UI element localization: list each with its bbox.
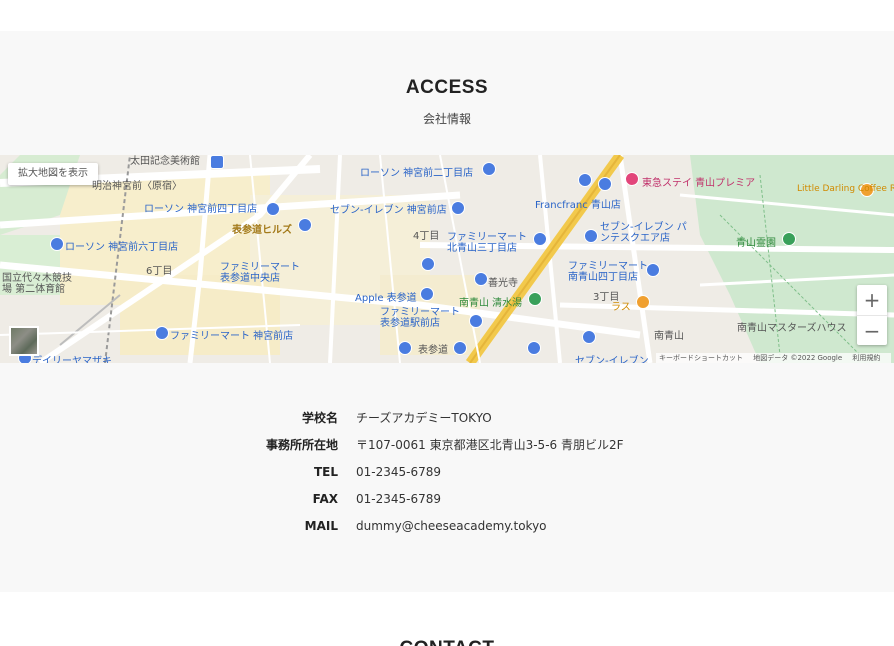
cemetery-icon[interactable] (782, 232, 796, 246)
zoom-control: + − (857, 285, 887, 345)
expand-map-button[interactable]: 拡大地図を表示 (8, 163, 98, 185)
store-icon[interactable] (398, 341, 412, 355)
map-label: セブン-イレブン パンテスクエア店 (600, 222, 687, 244)
map-data-attribution: 地図データ ©2022 Google (753, 354, 843, 362)
map-label: 表参道 (418, 345, 448, 356)
google-map[interactable]: 拡大地図を表示 太田記念美術館 ローソン 神宮前二丁目店 東急ステイ 青山プレミ… (0, 155, 894, 363)
info-row-school-name: 学校名 チーズアカデミーTOKYO (0, 408, 894, 428)
hotel-icon[interactable] (625, 172, 639, 186)
info-label: TEL (313, 465, 338, 479)
map-label: ファミリーマート 表参道中央店 (220, 262, 300, 284)
store-icon[interactable] (50, 237, 64, 251)
info-row-fax: FAX 01-2345-6789 (0, 489, 894, 509)
info-value: チーズアカデミーTOKYO (356, 411, 492, 425)
bathhouse-icon[interactable] (528, 292, 542, 306)
temple-icon[interactable] (474, 272, 488, 286)
map-label: セブン-イレブン 神宮前店 (330, 205, 447, 216)
store-icon[interactable] (155, 326, 169, 340)
map-label: 表参道ヒルズ (232, 225, 292, 236)
store-icon[interactable] (578, 173, 592, 187)
apple-store-icon[interactable] (420, 287, 434, 301)
map-label: デイリーヤマザキ (32, 356, 112, 363)
zoom-in-button[interactable]: + (857, 285, 887, 315)
info-row-tel: TEL 01-2345-6789 (0, 462, 894, 482)
access-subtitle: 会社情報 (422, 112, 471, 126)
info-label: FAX (312, 492, 338, 506)
map-label: ローソン 神宮前六丁目店 (65, 242, 179, 253)
station-icon[interactable] (453, 341, 467, 355)
map-label: 南青山マスターズハウス (737, 323, 847, 334)
store-icon[interactable] (451, 201, 465, 215)
museum-icon[interactable] (210, 155, 224, 169)
info-label: 学校名 (301, 411, 338, 425)
info-label: 事務所所在地 (265, 438, 338, 452)
contact-title: CONTACT (0, 638, 894, 646)
info-value: 〒107-0061 東京都港区北青山3-5-6 青朋ビル2F (356, 438, 624, 452)
zoom-out-button[interactable]: − (857, 315, 887, 346)
map-label: 南青山 (654, 331, 684, 342)
map-label: Little Darling Coffee Roasters | リトル・ (797, 184, 894, 194)
info-label: MAIL (304, 519, 338, 533)
map-label: 青山霊園 (736, 238, 776, 249)
map-label: 4丁目 (413, 231, 440, 242)
store-icon[interactable] (482, 162, 496, 176)
store-icon[interactable] (298, 218, 312, 232)
info-row-mail: MAIL dummy@cheeseacademy.tokyo (0, 516, 894, 536)
store-icon[interactable] (266, 202, 280, 216)
page: ACCESS 会社情報 拡大地図を表示 太田記念美術館 ローソン 神宮前二丁目店… (0, 0, 894, 646)
satellite-view-toggle[interactable] (9, 326, 39, 356)
store-icon[interactable] (527, 341, 541, 355)
terms-link[interactable]: 利用規約 (852, 354, 880, 362)
map-label: 太田記念美術館 (130, 156, 200, 167)
map-footer: キーボードショートカット 地図データ ©2022 Google 利用規約 (656, 353, 892, 363)
access-title: ACCESS (405, 77, 489, 98)
store-icon[interactable] (646, 263, 660, 277)
map-label: Apple 表参道 (355, 293, 417, 304)
store-icon[interactable] (584, 229, 598, 243)
map-label: ファミリーマート 表参道駅前店 (380, 307, 460, 329)
map-label: ファミリーマート 南青山四丁目店 (568, 261, 648, 283)
store-icon[interactable] (421, 257, 435, 271)
map-label: 東急ステイ 青山プレミア (642, 178, 756, 189)
restaurant-icon[interactable] (636, 295, 650, 309)
map-label: ファミリーマート 北青山三丁目店 (447, 232, 527, 254)
map-label: ラス (611, 302, 631, 313)
map-label: 善光寺 (488, 278, 518, 289)
store-icon[interactable] (598, 177, 612, 191)
map-label: Francfranc 青山店 (535, 200, 621, 211)
info-value: 01-2345-6789 (356, 465, 442, 479)
keyboard-shortcuts-link[interactable]: キーボードショートカット (659, 354, 743, 362)
map-label: 明治神宮前〈原宿〉 (92, 181, 182, 192)
map-label: 国立代々木競技場 第二体育館 (2, 273, 72, 295)
map-label: ローソン 神宮前四丁目店 (144, 204, 258, 215)
info-value[interactable]: dummy@cheeseacademy.tokyo (356, 516, 547, 536)
store-icon[interactable] (469, 314, 483, 328)
info-value: 01-2345-6789 (356, 492, 442, 506)
map-label: 6丁目 (146, 266, 173, 277)
map-label: セブン-イレブン (575, 356, 649, 363)
map-label: ローソン 神宮前二丁目店 (360, 168, 474, 179)
store-icon[interactable] (582, 330, 596, 344)
info-row-address: 事務所所在地 〒107-0061 東京都港区北青山3-5-6 青朋ビル2F (0, 435, 894, 455)
map-label: ファミリーマート 神宮前店 (170, 331, 294, 342)
